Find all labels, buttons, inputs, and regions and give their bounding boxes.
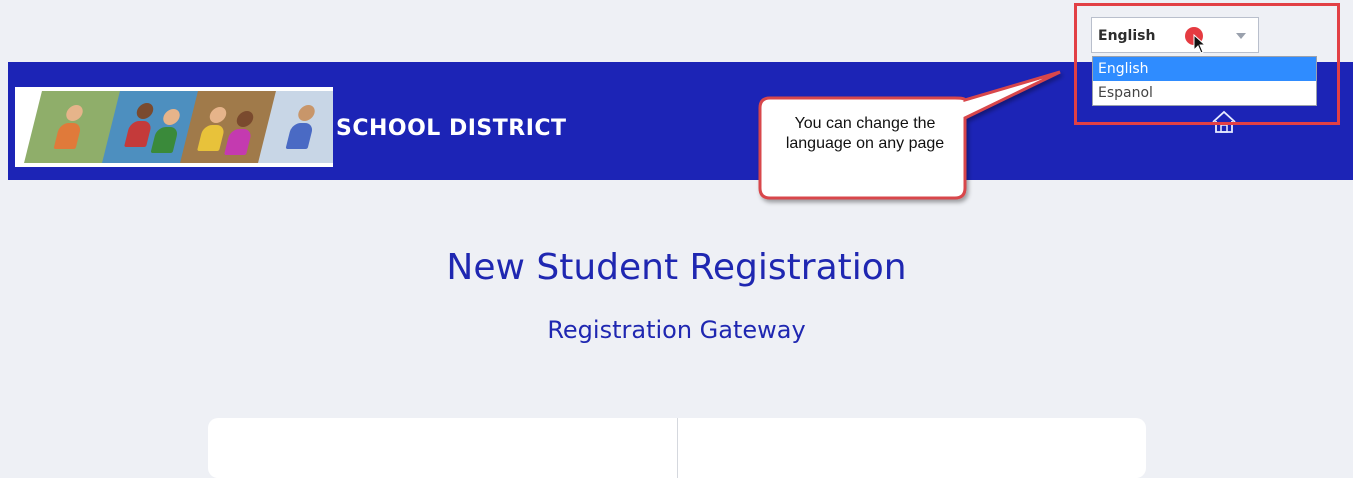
mouse-cursor-icon — [1193, 34, 1207, 54]
language-select[interactable]: English — [1091, 17, 1259, 53]
callout-text: You can change the language on any page — [785, 115, 945, 152]
page-subtitle: Registration Gateway — [547, 316, 806, 344]
district-name: SCHOOL DISTRICT — [336, 116, 567, 141]
language-dropdown-list: English Espanol — [1092, 56, 1317, 106]
language-option-espanol[interactable]: Espanol — [1093, 81, 1316, 105]
header-photo-collage — [15, 87, 333, 167]
home-icon[interactable] — [1211, 110, 1237, 134]
card-divider — [677, 418, 678, 478]
language-option-english[interactable]: English — [1093, 57, 1316, 81]
language-select-value: English — [1098, 28, 1156, 44]
page-title: New Student Registration — [446, 247, 907, 288]
registration-card — [208, 418, 1146, 478]
chevron-down-icon — [1236, 33, 1246, 39]
